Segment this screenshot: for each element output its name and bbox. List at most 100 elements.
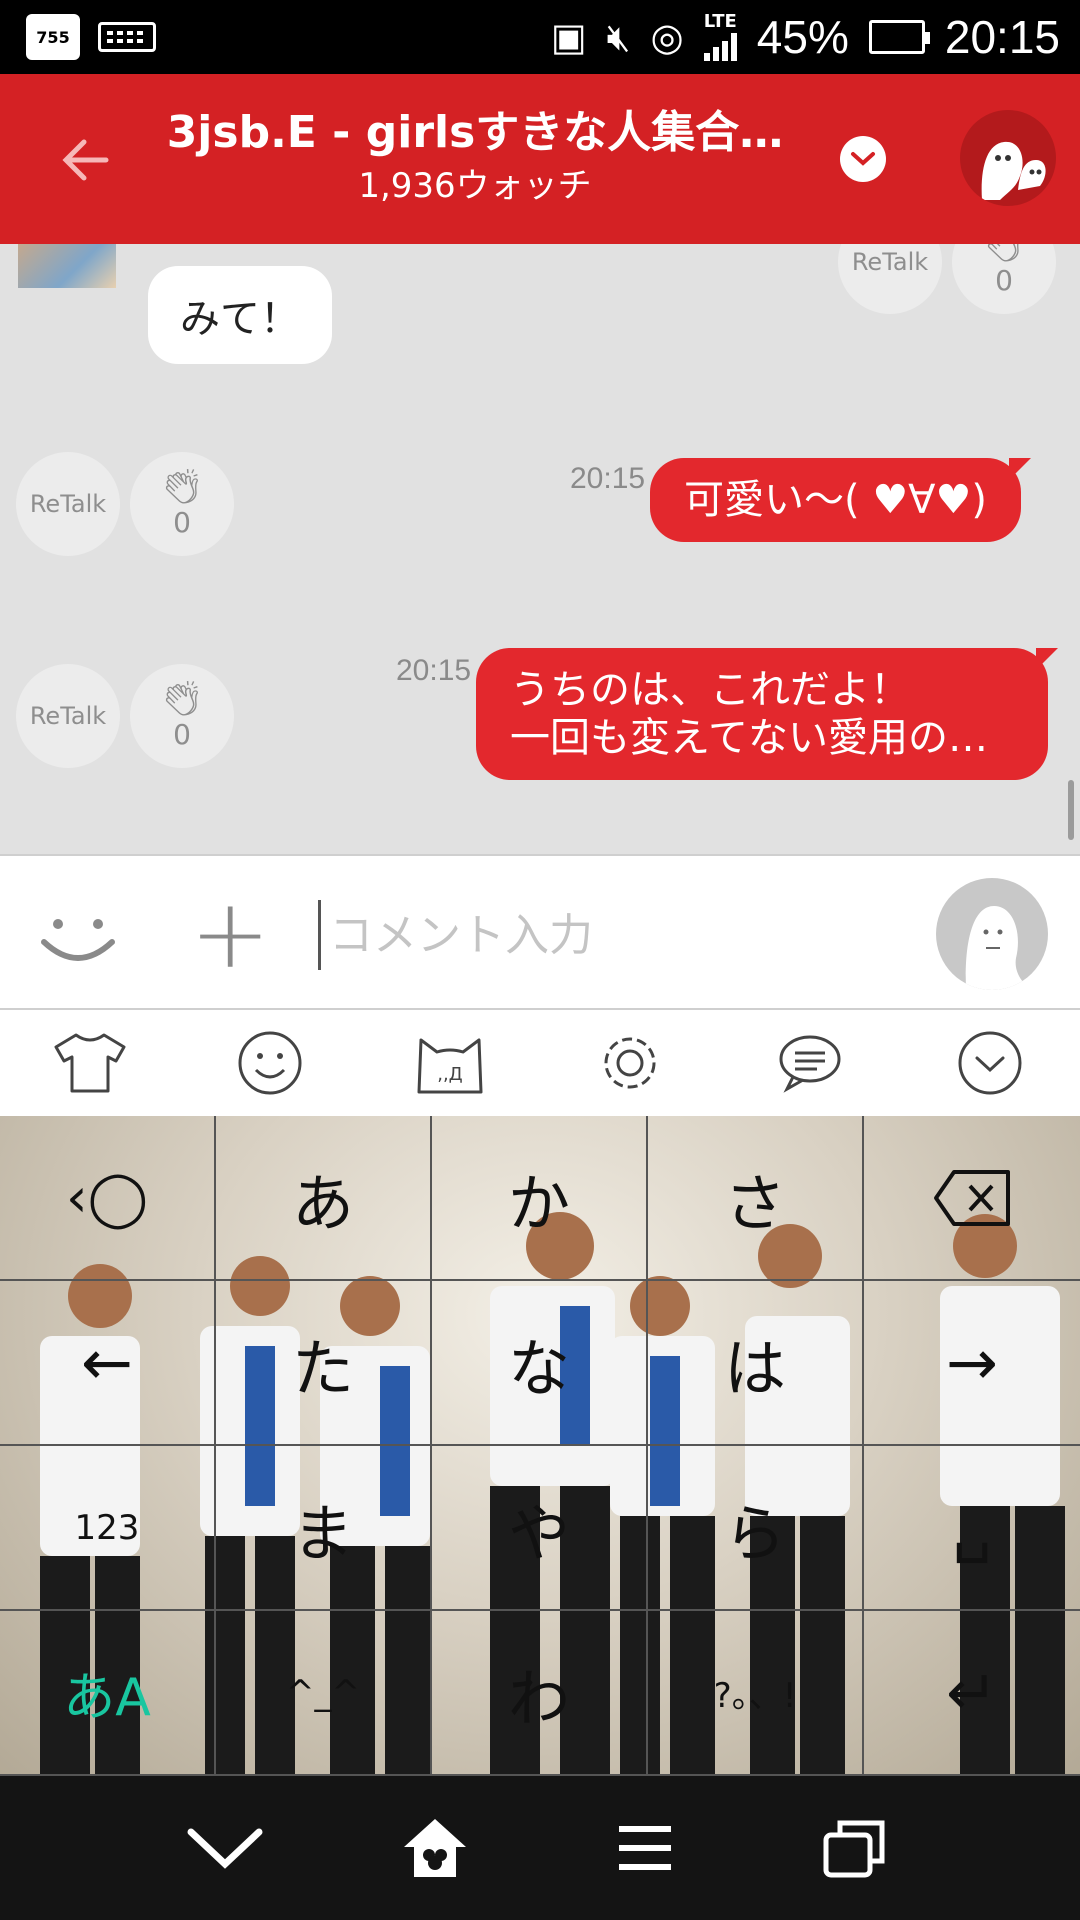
clap-count: 0 xyxy=(173,505,191,539)
key-space[interactable]: ␣ xyxy=(864,1446,1080,1611)
keyboard-icon xyxy=(98,22,156,52)
close-keyboard-button[interactable] xyxy=(950,1023,1030,1103)
smile-icon xyxy=(41,919,115,961)
comment-bar: + xyxy=(0,854,1080,1010)
key-ka[interactable]: か xyxy=(432,1116,648,1281)
flick-keyboard: ‹◯ あ か さ ← た な は → 123 ま や ら ␣ あA ^_^ わ … xyxy=(0,1116,1080,1776)
recent-apps-icon xyxy=(823,1820,885,1878)
clap-count: 0 xyxy=(995,263,1013,297)
nfc-icon: ◎ xyxy=(650,15,684,59)
cat-face-icon: ,,Д xyxy=(417,1038,483,1094)
app-notification-icon: 755 xyxy=(26,14,80,60)
message-line: 一回も変えてない愛用の… xyxy=(510,715,988,761)
arrow-right-icon: → xyxy=(946,1326,998,1399)
clap-button[interactable]: 👏︎ 0 xyxy=(130,664,234,768)
scrollbar[interactable] xyxy=(1068,780,1074,840)
key-wa[interactable]: わ xyxy=(432,1611,648,1776)
room-menu-button[interactable] xyxy=(840,136,886,182)
chevron-down-icon xyxy=(187,1828,263,1869)
profile-avatar-button[interactable] xyxy=(936,878,1048,990)
comment-input[interactable] xyxy=(318,900,878,970)
key-sa[interactable]: さ xyxy=(648,1116,864,1281)
key-ta[interactable]: た xyxy=(216,1281,432,1446)
face-icon xyxy=(965,906,1032,990)
key-left-search[interactable]: ‹◯ xyxy=(0,1116,216,1281)
ghost-mascot-icon xyxy=(981,141,1046,200)
nav-home-button[interactable] xyxy=(380,1793,490,1903)
emoji-button[interactable] xyxy=(36,892,120,976)
message-time: 20:15 xyxy=(570,462,646,495)
back-button[interactable] xyxy=(40,120,130,200)
retalk-label: ReTalk xyxy=(29,490,107,518)
outgoing-message[interactable]: うちのは、これだよ！ 一回も変えてない愛用の… xyxy=(476,648,1058,780)
lte-signal-icon: LTE xyxy=(703,13,737,61)
retalk-label: ReTalk xyxy=(851,248,929,276)
chevron-down-circle-icon xyxy=(958,1031,1022,1095)
nav-back-button[interactable] xyxy=(170,1793,280,1903)
key-enter[interactable]: ↵ xyxy=(864,1611,1080,1776)
key-numbers[interactable]: 123 xyxy=(0,1446,216,1611)
home-icon xyxy=(404,1819,466,1877)
tshirt-icon xyxy=(54,1033,126,1093)
svg-text:,,Д: ,,Д xyxy=(437,1064,463,1085)
battery-icon xyxy=(868,20,930,54)
key-ha[interactable]: は xyxy=(648,1281,864,1446)
key-cursor-right[interactable]: → xyxy=(864,1281,1080,1446)
retalk-button[interactable]: ReTalk xyxy=(16,452,120,556)
retalk-button[interactable]: ReTalk xyxy=(838,244,942,314)
key-punctuation[interactable]: ?。、! xyxy=(648,1611,864,1776)
key-ma[interactable]: ま xyxy=(216,1446,432,1611)
search-back-icon: ‹◯ xyxy=(65,1166,149,1229)
clap-icon: 👏︎ xyxy=(160,466,204,507)
battery-percent: 45% xyxy=(756,11,849,63)
incoming-message[interactable]: みて！ xyxy=(148,266,332,364)
retalk-button[interactable]: ReTalk xyxy=(16,664,120,768)
nav-menu-button[interactable] xyxy=(590,1793,700,1903)
emoji-keyboard-button[interactable] xyxy=(230,1023,310,1103)
clap-button[interactable]: 👏︎ 0 xyxy=(130,452,234,556)
key-ra[interactable]: ら xyxy=(648,1446,864,1611)
chat-header: 3jsb.E - girlsすきな人集合… 1,936ウォッチ xyxy=(0,74,1080,244)
attach-button[interactable]: + xyxy=(190,886,270,982)
key-a[interactable]: あ xyxy=(216,1116,432,1281)
arrow-left-icon: ← xyxy=(81,1326,133,1399)
outgoing-message[interactable]: 可愛い〜( ♥∀♥) xyxy=(650,458,1032,542)
plus-icon: + xyxy=(190,878,271,990)
clap-icon: 👏︎ xyxy=(982,244,1026,265)
key-cursor-left[interactable]: ← xyxy=(0,1281,216,1446)
user-avatar[interactable] xyxy=(18,244,116,288)
key-na[interactable]: な xyxy=(432,1281,648,1446)
keyboard-settings-button[interactable] xyxy=(590,1023,670,1103)
theme-button[interactable] xyxy=(50,1023,130,1103)
key-ya[interactable]: や xyxy=(432,1446,648,1611)
watch-count: 1,936ウォッチ xyxy=(358,166,592,206)
smiley-icon xyxy=(238,1031,302,1095)
status-bar: 755 ▣ 🔇︎ ◎ LTE 45% 20:15 xyxy=(0,0,1080,74)
room-avatar[interactable] xyxy=(960,110,1056,206)
nav-recent-apps-button[interactable] xyxy=(800,1793,910,1903)
kaomoji-button[interactable]: ,,Д xyxy=(410,1023,490,1103)
room-title: 3jsb.E - girlsすきな人集合… xyxy=(166,107,784,158)
key-input-mode[interactable]: あA xyxy=(0,1611,216,1776)
clap-count: 0 xyxy=(173,717,191,751)
keyboard-toolbar: ,,Д xyxy=(0,1010,1080,1116)
clap-button[interactable]: 👏︎ 0 xyxy=(952,244,1056,314)
key-backspace[interactable] xyxy=(864,1116,1080,1281)
chat-timeline[interactable]: みて！ ReTalk 👏︎ 0 ReTalk 👏︎ 0 20:15 可愛い〜( … xyxy=(0,244,1080,854)
key-kaomoji[interactable]: ^_^ xyxy=(216,1611,432,1776)
chevron-down-icon xyxy=(851,152,875,166)
input-mode-label: あA xyxy=(63,1668,151,1728)
clock: 20:15 xyxy=(944,11,1060,63)
navigation-bar xyxy=(0,1776,1080,1920)
gear-icon xyxy=(604,1037,656,1089)
voicemail-icon: ▣ xyxy=(550,15,587,59)
phrase-button[interactable] xyxy=(770,1023,850,1103)
retalk-label: ReTalk xyxy=(29,702,107,730)
backspace-icon xyxy=(934,1169,1010,1226)
menu-icon xyxy=(619,1826,671,1870)
space-icon: ␣ xyxy=(952,1491,992,1564)
message-time: 20:15 xyxy=(396,654,472,687)
message-line: うちのは、これだよ！ xyxy=(510,667,910,713)
enter-icon: ↵ xyxy=(946,1656,998,1729)
clap-icon: 👏︎ xyxy=(160,678,204,719)
